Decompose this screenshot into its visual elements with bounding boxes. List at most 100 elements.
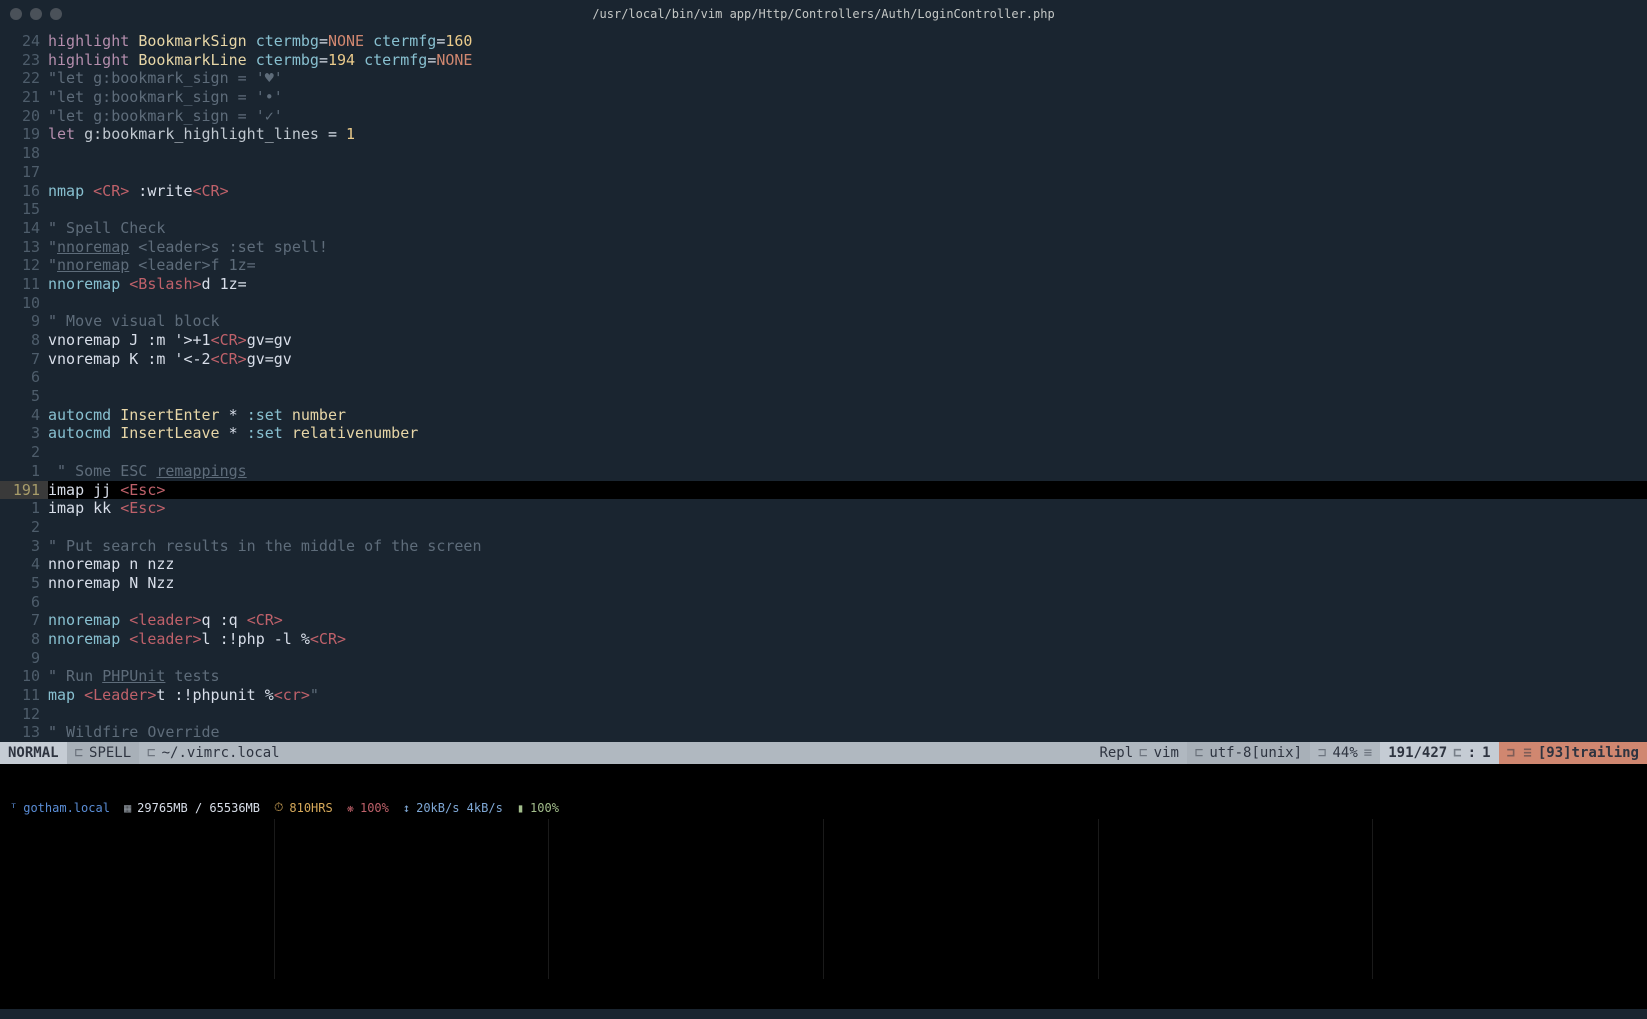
code-line: 3autocmd InsertLeave * :set relativenumb… [0,424,1647,443]
line-number: 191 [0,481,48,500]
code-line: 6 [0,593,1647,612]
line-number: 12 [0,256,48,275]
code-line: 17 [0,163,1647,182]
code-line: 3" Put search results in the middle of t… [0,537,1647,556]
line-number: 1 [0,499,48,518]
line-number: 2 [0,443,48,462]
code-line: 12 [0,705,1647,724]
code-line: 5nnoremap N Nzz [0,574,1647,593]
hostname: gotham.local [23,801,110,815]
terminal-pane[interactable] [0,819,275,979]
line-position: 191/427 [1388,742,1447,764]
line-number: 21 [0,88,48,107]
code-line: 6 [0,368,1647,387]
host-icon: ᵀ [10,801,17,815]
line-number: 23 [0,51,48,70]
code-line: 22"let g:bookmark_sign = '♥' [0,69,1647,88]
code-line: 13" Wildfire Override [0,723,1647,742]
file-path: ~/.vimrc.local [162,742,280,764]
cpu-icon: ❋ [347,801,354,815]
code-line: 18 [0,144,1647,163]
mode-indicator: NORMAL [0,742,67,764]
line-number: 1 [0,462,48,481]
editor-viewport[interactable]: 24 highlight BookmarkSign ctermbg=NONE c… [0,28,1647,742]
terminal-pane[interactable] [824,819,1099,979]
code-line: 24 highlight BookmarkSign ctermbg=NONE c… [0,32,1647,51]
line-number: 5 [0,574,48,593]
terminal-pane[interactable] [549,819,824,979]
line-number: 9 [0,649,48,668]
code-line: 1 " Some ESC remappings [0,462,1647,481]
terminal-pane[interactable] [275,819,550,979]
line-number: 11 [0,686,48,705]
code-line: 2 [0,518,1647,537]
line-number: 4 [0,555,48,574]
code-line-current: 191imap jj <Esc> [0,481,1647,500]
line-number: 7 [0,611,48,630]
code-line: 19let g:bookmark_highlight_lines = 1 [0,125,1647,144]
code-line: 8nnoremap <leader>l :!php -l %<CR> [0,630,1647,649]
traffic-lights [10,8,62,20]
code-line: 8vnoremap J :m '>+1<CR>gv=gv [0,331,1647,350]
network-speed: 20kB/s 4kB/s [416,801,503,815]
code-line: 9" Move visual block [0,312,1647,331]
uptime-icon: ⏱ [274,800,283,815]
code-line: 10 [0,294,1647,313]
line-number: 12 [0,705,48,724]
code-line: 11map <Leader>t :!phpunit %<cr>" [0,686,1647,705]
window-title: /usr/local/bin/vim app/Http/Controllers/… [592,7,1054,21]
code-line: 21"let g:bookmark_sign = '•' [0,88,1647,107]
trailing-warning: [93]trailing [1538,742,1639,764]
code-line: 5 [0,387,1647,406]
code-line: 2 [0,443,1647,462]
line-number: 10 [0,294,48,313]
code-line: 15 [0,200,1647,219]
line-number: 8 [0,630,48,649]
line-number: 5 [0,387,48,406]
line-number: 20 [0,107,48,126]
code-line: 11nnoremap <Bslash>d 1z= [0,275,1647,294]
code-line: 1imap kk <Esc> [0,499,1647,518]
line-number: 13 [0,723,48,742]
minimize-window-icon[interactable] [30,8,42,20]
memory-usage: 29765MB / 65536MB [137,801,260,815]
code-line: 16nmap <CR> :write<CR> [0,182,1647,201]
line-number: 8 [0,331,48,350]
terminal-pane[interactable] [1099,819,1374,979]
spell-indicator: SPELL [89,742,131,764]
terminal-pane[interactable] [1373,819,1647,979]
line-number: 7 [0,350,48,369]
line-number: 11 [0,275,48,294]
line-number: 15 [0,200,48,219]
filetype: vim [1154,742,1179,764]
scroll-percent: 44% [1332,742,1357,764]
code-line: 23 highlight BookmarkLine ctermbg=194 ct… [0,51,1647,70]
line-number: 2 [0,518,48,537]
line-number: 18 [0,144,48,163]
line-number: 10 [0,667,48,686]
code-line: 13"nnoremap <leader>s :set spell! [0,238,1647,257]
code-line: 4autocmd InsertEnter * :set number [0,406,1647,425]
zoom-window-icon[interactable] [50,8,62,20]
code-line: 4nnoremap n nzz [0,555,1647,574]
close-window-icon[interactable] [10,8,22,20]
line-number: 6 [0,368,48,387]
column-position: 1 [1482,742,1490,764]
line-number: 14 [0,219,48,238]
separator-icon: ⊏ [75,742,83,764]
terminal-panes[interactable] [0,819,1647,1009]
vim-statusline: NORMAL ⊏SPELL ⊏~/.vimrc.local Repl ⊏ vim… [0,742,1647,764]
network-icon: ↕ [403,801,410,815]
memory-icon: ▦ [124,801,131,815]
separator-icon: ⊏ [147,742,155,764]
window-titlebar: /usr/local/bin/vim app/Http/Controllers/… [0,0,1647,28]
line-number: 22 [0,69,48,88]
line-number: 3 [0,424,48,443]
line-number: 13 [0,238,48,257]
line-number: 3 [0,537,48,556]
tmux-statusbar: ᵀgotham.local ▦29765MB / 65536MB ⏱810HRS… [0,764,1647,1009]
line-number: 24 [0,32,48,51]
code-line: 7nnoremap <leader>q :q <CR> [0,611,1647,630]
encoding: utf-8[unix] [1209,742,1302,764]
code-line: 12"nnoremap <leader>f 1z= [0,256,1647,275]
